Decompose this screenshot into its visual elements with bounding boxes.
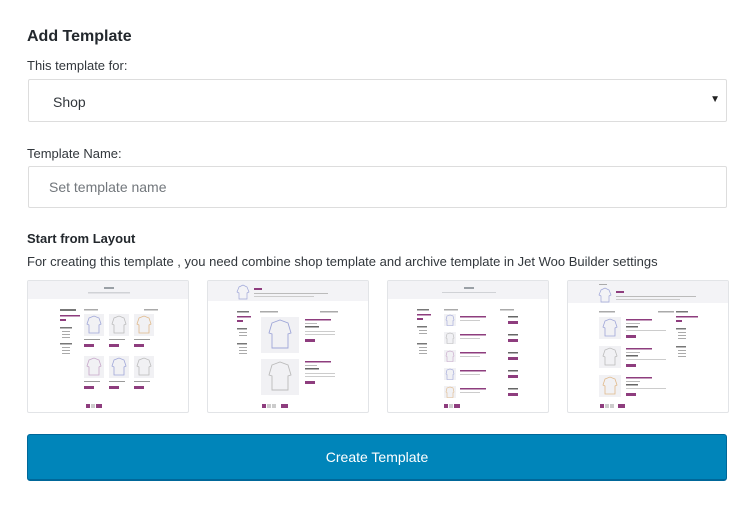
template-name-input[interactable] [28,166,727,208]
layout-option-3[interactable] [387,280,549,413]
create-template-button[interactable]: Create Template [27,434,727,481]
template-for-select[interactable]: Shop ▼ [28,79,727,122]
layout-options [27,280,729,413]
layout-option-4[interactable] [567,280,729,413]
page-title: Add Template [27,28,132,45]
template-for-selected-value: Shop [53,94,86,110]
layout-preview-list-compact-icon [388,281,548,408]
template-for-label: This template for: [27,58,128,73]
layout-preview-list-right-sidebar-icon [568,281,728,408]
layout-section-description: For creating this template , you need co… [27,254,658,269]
layout-section-title: Start from Layout [27,231,136,246]
layout-option-2[interactable] [207,280,369,413]
chevron-down-icon: ▼ [710,94,720,105]
template-name-label: Template Name: [27,146,122,161]
layout-preview-grid-icon [28,281,188,408]
layout-preview-list-large-icon [208,281,368,408]
layout-option-1[interactable] [27,280,189,413]
